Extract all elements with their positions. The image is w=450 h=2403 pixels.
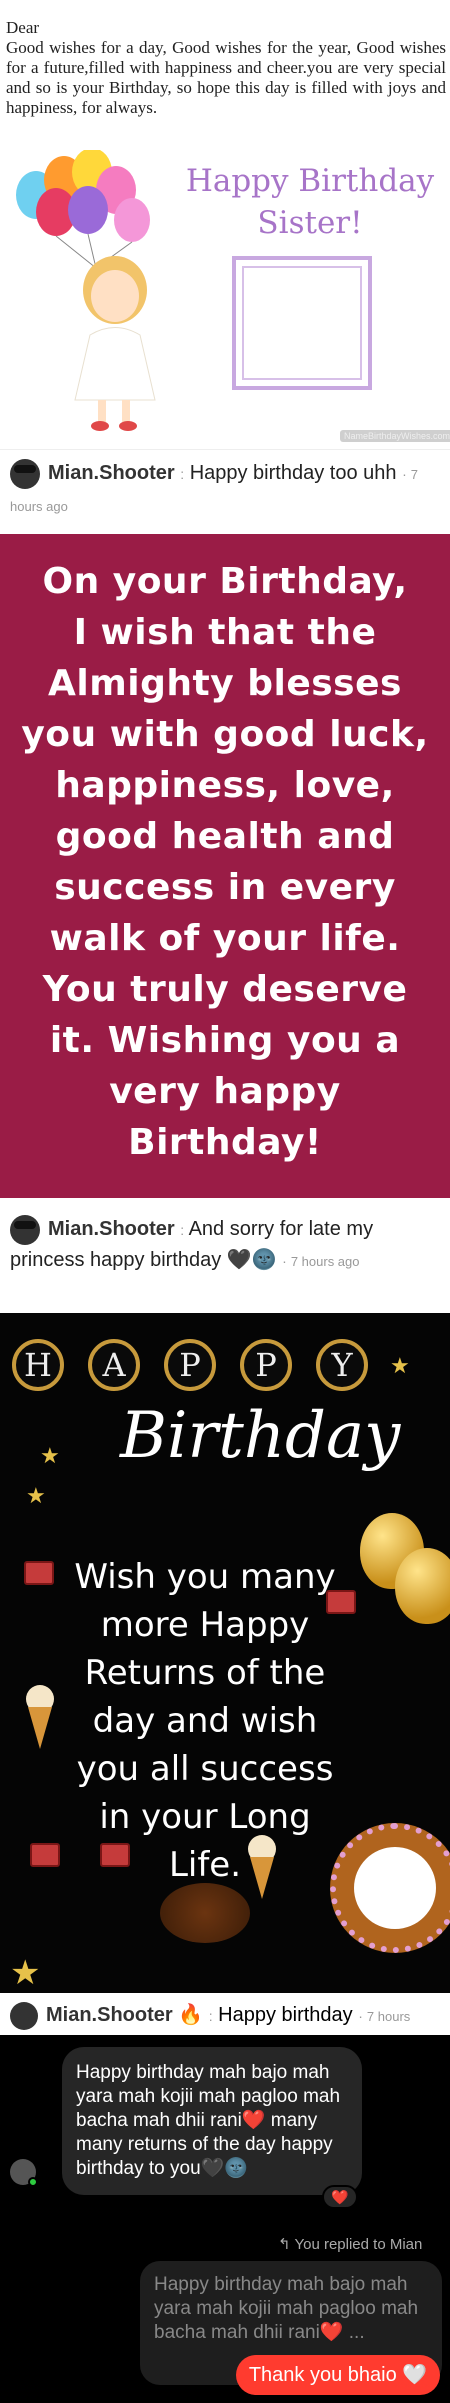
card-wish-line: happiness, love,	[55, 765, 395, 806]
comment-row[interactable]: Mian.Shooter : Happy birthday too uhh · 7…	[0, 452, 450, 534]
avatar[interactable]	[10, 2001, 38, 2030]
star-icon: ★	[390, 1353, 410, 1378]
card-wish-line: you with good luck,	[21, 714, 429, 755]
chocolate-icon	[100, 1843, 130, 1867]
watermark: NameBirthdayWishes.com	[340, 430, 450, 442]
card-message-body: Good wishes for a day, Good wishes for t…	[6, 38, 446, 117]
chocolate-icon	[326, 1590, 356, 1614]
card-wish-line: You truly deserve	[42, 969, 408, 1010]
happy-letter-bubble: A	[88, 1339, 140, 1391]
birthday-card-wish: On your Birthday, I wish that the Almighty…	[0, 534, 450, 1198]
girl-illustration	[74, 256, 156, 431]
card3-wish-line: Life.	[168, 1845, 242, 1885]
comment-row[interactable]: Mian.Shooter : And sorry for late my pri…	[0, 1200, 450, 1313]
card-wish-line: good health and	[55, 816, 395, 857]
comment-separator: :	[208, 2008, 213, 2024]
replied-label: ↰ You replied to Mian	[278, 2235, 422, 2253]
card-wish-line: I wish that the	[73, 612, 377, 653]
happy-letter-bubble: H	[12, 1339, 64, 1391]
card-wish-line: Birthday!	[128, 1122, 322, 1163]
comment-time: 7 hours ago	[290, 1254, 360, 1269]
comment-row[interactable]: Mian.Shooter 🔥 : Happy birthday · 7 hours	[0, 1995, 450, 2035]
star-icon: ★	[26, 1483, 46, 1508]
card-wish-line: success in every	[54, 867, 396, 908]
comment-separator: :	[180, 1222, 185, 1238]
donut-photo-frame	[330, 1823, 450, 1953]
comment-author[interactable]: Mian.Shooter	[48, 1218, 175, 1240]
card3-wish-line: more Happy	[100, 1605, 310, 1645]
comment-author[interactable]: Mian.Shooter	[48, 462, 175, 484]
comment-text: Happy birthday too uhh	[189, 462, 397, 484]
happy-letter-bubble: P	[240, 1339, 292, 1391]
card3-wish-line: Returns of the	[84, 1653, 326, 1693]
card-title-line1: Happy Birthday	[185, 163, 435, 199]
card3-wish-line: in your Long	[99, 1797, 311, 1837]
happy-letter-bubble: P	[164, 1339, 216, 1391]
reply-icon: ↰	[278, 2236, 291, 2253]
card3-wish-line: Wish you many	[74, 1557, 336, 1597]
heart-reaction[interactable]: ❤️	[322, 2185, 358, 2209]
card-wish-line: On your Birthday,	[42, 561, 408, 602]
card3-title: Birthday	[120, 1399, 401, 1473]
outgoing-message[interactable]: Thank you bhaio 🤍	[236, 2355, 440, 2395]
chocolate-icon	[30, 1843, 60, 1867]
icecream-icon	[248, 1835, 276, 1899]
happy-letter-bubble: Y	[316, 1339, 368, 1391]
photo-frame	[232, 256, 372, 390]
star-icon: ★	[40, 1443, 60, 1468]
comment-separator: :	[180, 466, 185, 482]
card3-wish-line: day and wish	[92, 1701, 318, 1741]
chocolate-icon	[24, 1561, 54, 1585]
card-title-line2: Sister!	[257, 205, 363, 241]
icecream-icon	[26, 1685, 54, 1749]
online-indicator	[28, 2177, 38, 2187]
flame-icon: 🔥	[178, 2004, 204, 2026]
birthday-card-sister: Dear Good wishes for a day, Good wishes …	[0, 0, 450, 450]
card-wish-line: very happy	[109, 1071, 341, 1112]
star-icon: ★	[10, 1954, 41, 1992]
card-wish-text: On your Birthday, I wish that the Almighty…	[0, 556, 450, 1168]
direct-message-thread: Happy birthday mah bajo mah yara mah koj…	[0, 2035, 450, 2403]
comment-author[interactable]: Mian.Shooter	[46, 2004, 173, 2026]
comment-time: 7 hours	[366, 2009, 411, 2024]
replied-label-text: You replied to Mian	[294, 2236, 423, 2253]
gold-balloon	[395, 1548, 450, 1624]
birthday-card-happy: HAPPY Birthday ★ ★ ★ ★ Wish you many more…	[0, 1313, 450, 1993]
avatar[interactable]	[10, 458, 40, 489]
incoming-message[interactable]: Happy birthday mah bajo mah yara mah koj…	[62, 2047, 362, 2195]
card-greeting: Dear	[6, 18, 40, 37]
card-wish-line: it. Wishing you a	[49, 1020, 401, 1061]
card3-wish-line: you all success	[76, 1749, 334, 1789]
card-wish-line: Almighty blesses	[48, 663, 402, 704]
comment-text: Happy birthday	[218, 2004, 353, 2026]
card-wish-line: walk of your life.	[49, 918, 401, 959]
card-message: Dear Good wishes for a day, Good wishes …	[6, 18, 446, 118]
chocolate-chips	[160, 1883, 250, 1943]
card-title: Happy Birthday Sister!	[180, 160, 440, 244]
avatar[interactable]	[10, 1214, 40, 1245]
card3-wish-text: Wish you many more Happy Returns of the day…	[40, 1553, 370, 1889]
